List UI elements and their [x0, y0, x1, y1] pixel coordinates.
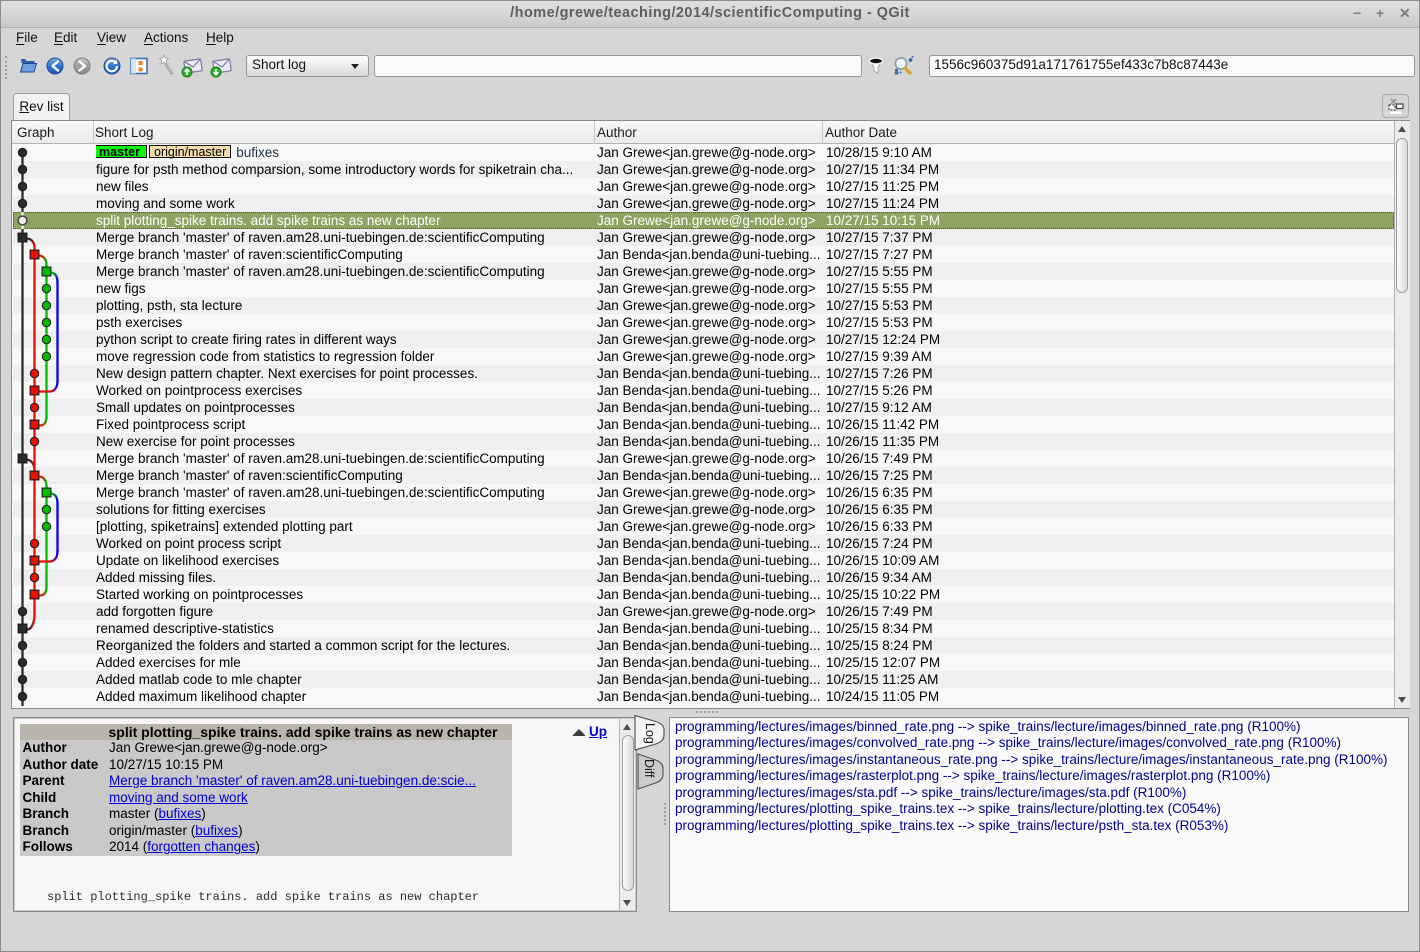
svg-text:Diff: Diff — [642, 759, 656, 778]
svg-text:Log: Log — [643, 723, 657, 744]
